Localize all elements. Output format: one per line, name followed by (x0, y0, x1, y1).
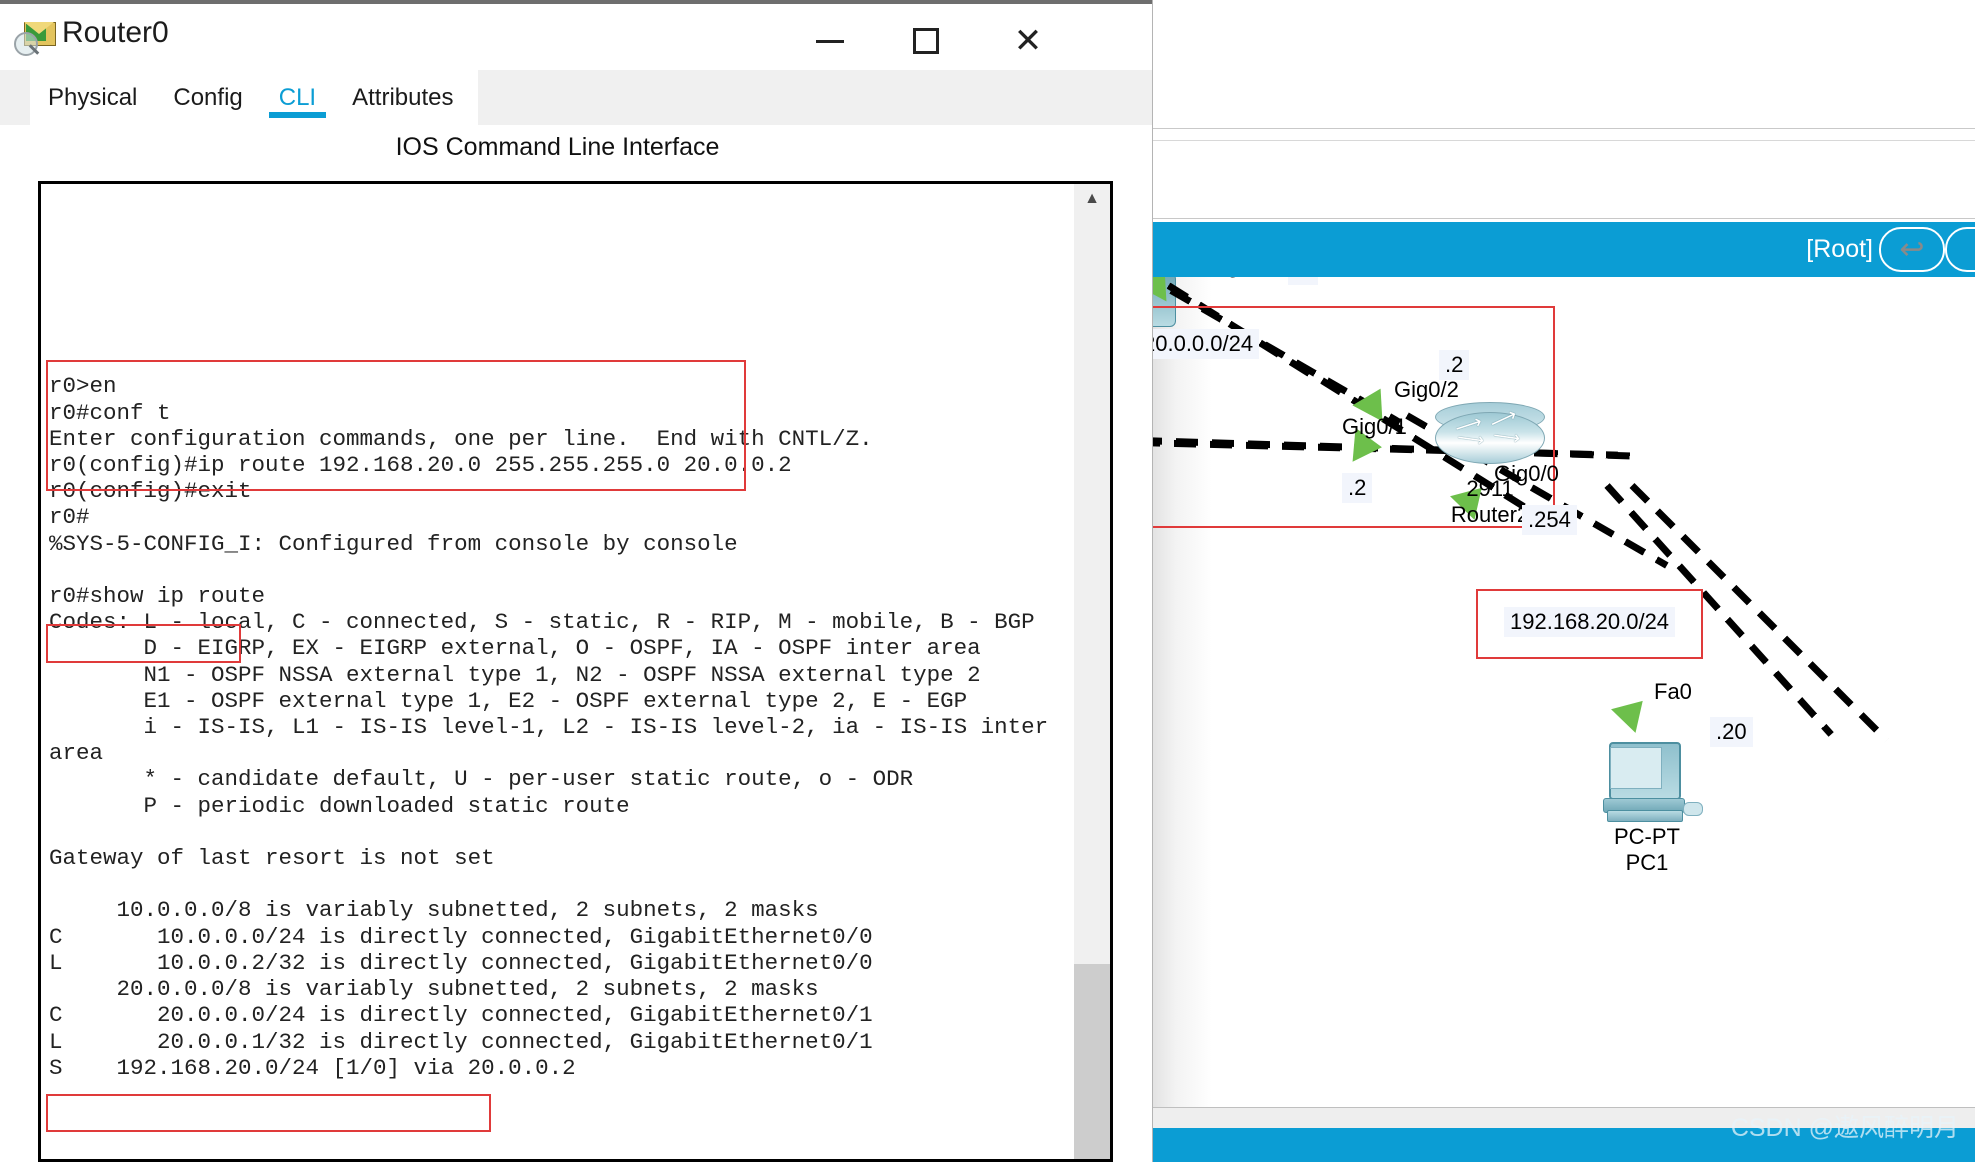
pt-blue-toolbar: [Root] ↩ (1152, 222, 1975, 277)
terminal-frame: r0>en r0#conf t Enter configuration comm… (38, 181, 1113, 1162)
toolbar-divider-1 (1152, 128, 1975, 129)
terminal-scrollbar[interactable]: ▲ (1074, 184, 1110, 1159)
maximize-button[interactable] (880, 8, 972, 74)
label-net-19216820: 192.168.20.0/24 (1504, 607, 1676, 637)
close-button[interactable]: ✕ (982, 8, 1074, 74)
pc-keyboard (1607, 810, 1683, 822)
root-label: [Root] (1806, 235, 1873, 263)
tab-config-label: Config (173, 83, 243, 111)
label-dot20: .20 (1710, 717, 1753, 747)
minimize-icon (816, 39, 844, 43)
pc-screen (1610, 747, 1662, 789)
tab-cli-label: CLI (278, 83, 317, 111)
window-title: Router0 (62, 16, 169, 49)
scroll-up-icon[interactable]: ▲ (1074, 184, 1110, 214)
maximize-icon (913, 28, 939, 54)
close-icon: ✕ (1013, 22, 1043, 60)
label-dot2-a: .2 (1439, 350, 1470, 380)
label-gig02: Gig0/2 (1394, 377, 1459, 402)
redo-button[interactable] (1945, 227, 1975, 272)
window-body: IOS Command Line Interface r0>en r0#conf… (0, 125, 1152, 1162)
tab-attributes[interactable]: Attributes (334, 70, 471, 125)
window-title-bar[interactable]: Router0 ✕ (0, 4, 1152, 70)
minimize-button[interactable] (784, 8, 876, 74)
label-net-20: 20.0.0.0/24 (1152, 329, 1260, 359)
label-dot2-b: .2 (1342, 473, 1373, 503)
label-router-model: 2911 (1466, 476, 1514, 501)
toolbar-divider-2 (1152, 140, 1975, 141)
label-gig01-mid: Gig0/1 (1342, 414, 1407, 439)
device-pc1[interactable] (1603, 742, 1703, 824)
label-dot254: .254 (1522, 505, 1577, 535)
link-arrow-fa0 (1611, 689, 1655, 733)
topology-items: ⟶ ⟶ ⟶ ⟶ Gig0/1 .1 20.0.0.0/24 .2 Gig0/2 … (1152, 277, 1975, 1107)
label-pc-name: PC1 (1625, 850, 1669, 875)
tab-config[interactable]: Config (155, 70, 260, 125)
label-pc-model: PC-PT (1614, 824, 1680, 849)
undo-button[interactable]: ↩ (1879, 227, 1945, 272)
router0-window: Router0 ✕ Physical Config CLI Attributes… (0, 0, 1152, 1162)
label-gig01-top: Gig0/1 (1205, 277, 1270, 278)
pc-mouse (1683, 802, 1703, 816)
tab-physical[interactable]: Physical (30, 70, 155, 125)
cli-header-label: IOS Command Line Interface (395, 133, 720, 161)
label-fa0: Fa0 (1654, 679, 1692, 704)
tab-bar: Physical Config CLI Attributes (30, 70, 478, 125)
terminal-output[interactable]: r0>en r0#conf t Enter configuration comm… (41, 184, 1074, 1159)
label-dot1: .1 (1288, 277, 1319, 285)
tab-cli[interactable]: CLI (261, 70, 334, 125)
router-arrow-3: ⟶ (1455, 427, 1486, 452)
pt-toolbar-strip (1152, 0, 1975, 219)
scrollbar-thumb[interactable] (1074, 964, 1110, 1159)
device-router2[interactable]: ⟶ ⟶ ⟶ ⟶ (1435, 402, 1545, 470)
tab-physical-label: Physical (48, 83, 138, 111)
tab-cli-underline (268, 112, 327, 118)
undo-arrow-icon: ↩ (1899, 232, 1925, 266)
watermark-text: CSDN @遨风醉明月 (1730, 1114, 1959, 1142)
router-device-icon (14, 16, 56, 58)
router-arrow-4: ⟶ (1491, 425, 1522, 450)
tab-attributes-label: Attributes (352, 83, 454, 111)
